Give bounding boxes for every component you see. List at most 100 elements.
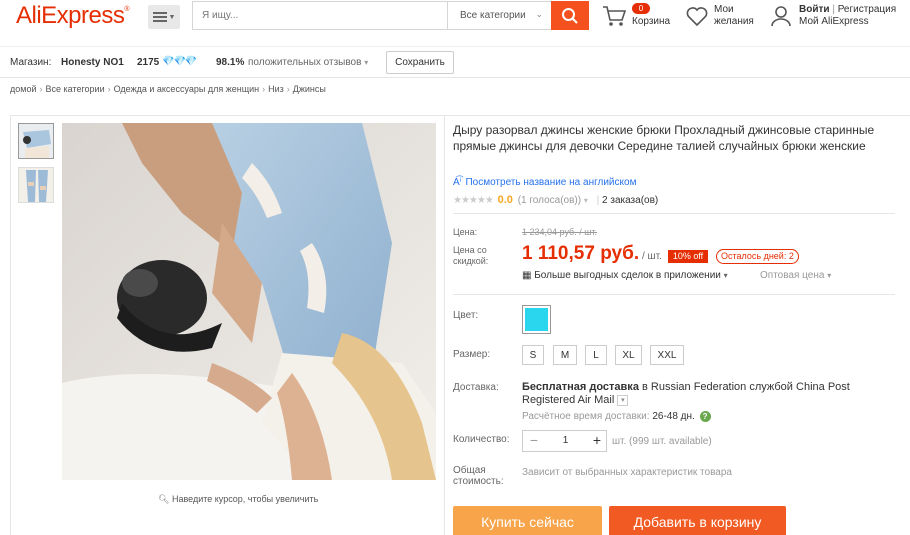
sale-price-label-1: Цена со [453,245,487,255]
sale-price-label-2: скидкой: [453,256,489,266]
star-rating-icon: ★★★★★ [453,195,494,206]
size-option-m[interactable]: M [553,345,577,365]
total-label-1: Общая [453,465,486,476]
app-deals-dropdown[interactable]: ▦ Больше выгодных сделок в приложении ▾ [522,270,728,281]
delivery-in-text: в [642,381,648,393]
wishlist-label-1: Мои [714,4,734,15]
quantity-label: Количество: [453,434,510,445]
cart-icon [603,6,626,26]
panel-divider [444,115,445,535]
total-label-2: стоимость: [453,476,504,487]
quantity-stepper: − 1 + [522,430,607,452]
magnifier-icon: 🔍︎ [158,494,170,504]
delivery-country-link[interactable]: Russian Federation [651,381,746,393]
breadcrumb-item-jeans[interactable]: Джинсы [293,84,326,94]
search-icon [562,7,578,24]
search-button[interactable] [551,1,589,30]
buy-now-button[interactable]: Купить сейчас [453,506,602,535]
product-title: Дыру разорвал джинсы женские брюки Прохл… [453,123,875,153]
translate-icon: A͡ⁱ [453,177,462,188]
size-option-xxl[interactable]: XXL [650,345,684,365]
thumbnail-1[interactable] [18,123,54,159]
sale-price-label: Цена со скидкой: [453,245,488,267]
color-swatch-fill [525,308,548,331]
total-label: Общая стоимость: [453,465,504,487]
shipping-dropdown-icon[interactable]: ▾ [617,394,629,406]
save-store-button[interactable]: Сохранить [386,51,454,74]
search-bar: Все категории ⌄ [192,1,589,30]
size-option-l[interactable]: L [585,345,607,365]
rating-votes-link[interactable]: (1 голоса(ов)) [518,195,581,206]
chevron-right-icon: › [39,84,43,94]
search-category-select[interactable]: Все категории ⌄ [447,2,551,29]
days-left-badge: Осталось дней: 2 [716,249,799,264]
zoom-hint: 🔍︎ Наведите курсор, чтобы увеличить [158,494,319,504]
diamond-rating-icon: 💎💎💎 [162,56,197,67]
chevron-right-icon: › [286,84,290,94]
size-option-xl[interactable]: XL [615,345,642,365]
price-unit: / шт. [642,251,662,262]
discount-badge: 10% off [668,250,708,263]
cart-link[interactable]: 0 Корзина [600,2,680,32]
translate-title-link[interactable]: A͡ⁱ Посмотреть название на английском [453,177,636,188]
breadcrumb: домой › Все категории › Одежда и аксессуары … [10,84,326,94]
wholesale-price-dropdown[interactable]: Оптовая цена ▾ [760,270,831,281]
header-divider: | [832,4,835,15]
free-shipping-text: Бесплатная доставка [522,381,639,393]
chevron-right-icon: › [107,84,111,94]
search-input[interactable] [193,2,447,29]
delivery-by-text: службой [749,381,793,393]
chevron-down-icon: ▾ [723,271,728,280]
heart-icon [686,7,708,26]
quantity-increase-button[interactable]: + [586,431,608,451]
cart-label: Корзина [632,16,671,27]
delivery-info: Бесплатная доставка в Russian Federation… [522,381,902,407]
chevron-down-icon: ▾ [827,271,832,280]
divider [453,213,895,214]
chevron-down-icon: ▾ [583,196,588,205]
wishlist-label-2: желания [714,16,754,27]
estimated-delivery-value: 26-48 дн. [652,411,695,423]
wishlist-link[interactable]: Мои желания [686,2,766,32]
quantity-available: шт. (999 шт. available) [612,436,712,447]
orders-count: 2 заказа(ов) [602,195,659,206]
positive-feedback-dropdown[interactable]: положительных отзывов ▾ [248,57,368,68]
estimated-delivery: Расчётное время доставки: 26-48 дн. ? [522,411,711,422]
quantity-decrease-button[interactable]: − [523,431,545,451]
sale-price: 1 110,57 руб. [522,243,640,264]
quantity-input[interactable]: 1 [545,431,586,451]
store-bar: Магазин: Honesty NO1 2175 💎💎💎 98.1% поло… [0,46,910,78]
delivery-label: Доставка: [453,382,499,393]
register-link[interactable]: Регистрация [838,4,896,15]
breadcrumb-item-all-categories[interactable]: Все категории [45,84,104,94]
login-link[interactable]: Войти [799,4,830,15]
store-name-link[interactable]: Honesty NO1 [61,57,124,68]
size-option-s[interactable]: S [522,345,544,365]
chevron-down-icon: ▾ [364,58,369,67]
chevron-right-icon: › [262,84,266,94]
breadcrumb-item-womens-clothing[interactable]: Одежда и аксессуары для женщин [114,84,259,94]
divider [453,294,895,295]
site-header: AliExpress® ▼ Все категории ⌄ 0 Корзина … [0,0,910,46]
breadcrumb-item-bottoms[interactable]: Низ [268,84,284,94]
aliexpress-logo[interactable]: AliExpress® [16,2,130,30]
chevron-down-icon: ⌄ [535,9,543,19]
cart-count-badge: 0 [632,3,650,14]
add-to-cart-button[interactable]: Добавить в корзину [609,506,786,535]
color-swatch-option[interactable] [522,305,551,334]
category-menu-button[interactable]: ▼ [148,5,180,29]
price-label: Цена: [453,227,478,237]
help-icon[interactable]: ? [699,411,711,422]
hamburger-icon [152,12,167,22]
qr-code-icon: ▦ [522,270,532,281]
breadcrumb-item-home[interactable]: домой [10,84,36,94]
product-main-image[interactable] [62,123,436,480]
account-menu[interactable]: Войти | Регистрация Мой AliExpress [770,2,910,32]
rating-score: 0.0 [497,194,513,206]
user-icon [771,6,791,27]
size-label: Размер: [453,349,491,360]
store-score: 2175 [137,57,160,68]
old-price: 1 234,04 руб. / шт. [522,227,598,237]
thumbnail-2[interactable] [18,167,54,203]
my-aliexpress-link[interactable]: Мой AliExpress [799,16,869,27]
